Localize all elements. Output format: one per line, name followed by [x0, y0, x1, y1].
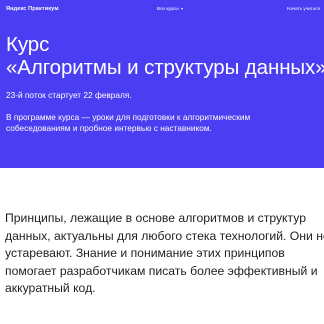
hero-banner: Яндекс Практикум Все курсы Начать учитьс… [0, 0, 324, 168]
stream-start-date: 23-й поток стартует 22 февраля. [6, 90, 132, 100]
title-line-1: Курс [6, 33, 50, 56]
intro-paragraph: Принципы, лежащие в основе алгоритмов и … [5, 211, 324, 296]
page-title: Курс «Алгоритмы и структуры данных» [6, 33, 324, 79]
courses-menu[interactable]: Все курсы [157, 6, 183, 11]
courses-menu-label: Все курсы [157, 6, 179, 11]
page: Яндекс Практикум Все курсы Начать учитьс… [0, 0, 324, 324]
course-description: В программе курса — уроки для подготовки… [6, 112, 251, 133]
start-learning-link[interactable]: Начать учиться [287, 6, 320, 11]
chevron-down-icon [180, 8, 183, 10]
logo[interactable]: Яндекс Практикум [6, 6, 59, 12]
title-line-2: «Алгоритмы и структуры данных» [6, 56, 324, 79]
top-navigation: Яндекс Практикум Все курсы Начать учитьс… [0, 0, 324, 20]
